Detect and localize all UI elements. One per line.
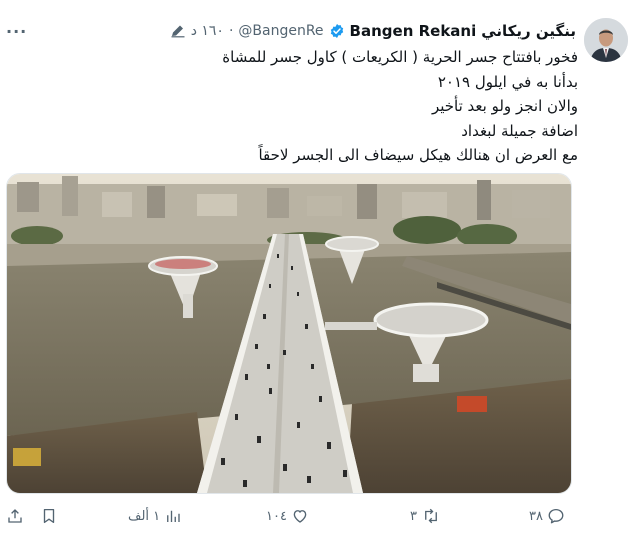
reply-icon bbox=[548, 508, 564, 524]
retweet-count: ٣ bbox=[410, 508, 417, 524]
share-button[interactable] bbox=[6, 507, 24, 525]
tweet-line: والان انجز ولو بعد تأخير bbox=[431, 97, 578, 116]
bookmark-button[interactable] bbox=[40, 507, 58, 525]
pencil-icon bbox=[170, 24, 186, 38]
like-count: ١٠٤ bbox=[266, 508, 287, 524]
views-count: ١ ألف bbox=[128, 508, 161, 524]
more-horizontal-icon: ··· bbox=[6, 22, 28, 41]
reply-button[interactable]: ٣٨ bbox=[529, 507, 565, 525]
author-name-ar[interactable]: بنگين ريكاني bbox=[481, 22, 576, 40]
views-button[interactable]: ١ ألف bbox=[128, 507, 182, 525]
tweet-line: اضافة جميلة لبغداد bbox=[461, 121, 578, 140]
tweet-photo[interactable] bbox=[6, 173, 572, 494]
bookmark-icon bbox=[43, 508, 55, 524]
tweet-header: بنگين ريكاني Bangen Rekani @BangenRe · ١… bbox=[170, 20, 576, 42]
like-button[interactable]: ١٠٤ bbox=[266, 507, 309, 525]
tweet-card[interactable]: ··· بنگين ريكاني Bangen Rekani @BangenRe… bbox=[0, 0, 640, 542]
verified-badge-icon bbox=[329, 23, 345, 39]
separator-dot: · bbox=[228, 23, 234, 39]
tweet-line: فخور بافتتاح جسر الحرية ( الكريعات ) كاو… bbox=[222, 48, 578, 66]
tweet-text: فخور بافتتاح جسر الحرية ( الكريعات ) كاو… bbox=[18, 45, 578, 168]
avatar[interactable] bbox=[584, 18, 628, 62]
retweet-icon bbox=[425, 508, 437, 524]
retweet-button[interactable]: ٣ bbox=[410, 507, 441, 525]
author-handle[interactable]: @BangenRe bbox=[238, 23, 323, 39]
share-icon bbox=[8, 509, 22, 523]
views-icon bbox=[167, 510, 180, 522]
reply-count: ٣٨ bbox=[529, 508, 543, 524]
tweet-actions: ٣٨ ٣ ١٠٤ ١ ألف bbox=[0, 503, 640, 535]
tweet-line: بدأنا به في ايلول ٢٠١٩ bbox=[437, 72, 578, 91]
tweet-line: مع العرض ان هنالك هيكل سيضاف الى الجسر ل… bbox=[258, 146, 578, 165]
author-name-en[interactable]: Bangen Rekani bbox=[350, 22, 477, 40]
tweet-timestamp[interactable]: ١٦٠ د bbox=[191, 23, 224, 39]
more-options-button[interactable]: ··· bbox=[6, 22, 27, 41]
heart-icon bbox=[293, 510, 307, 523]
